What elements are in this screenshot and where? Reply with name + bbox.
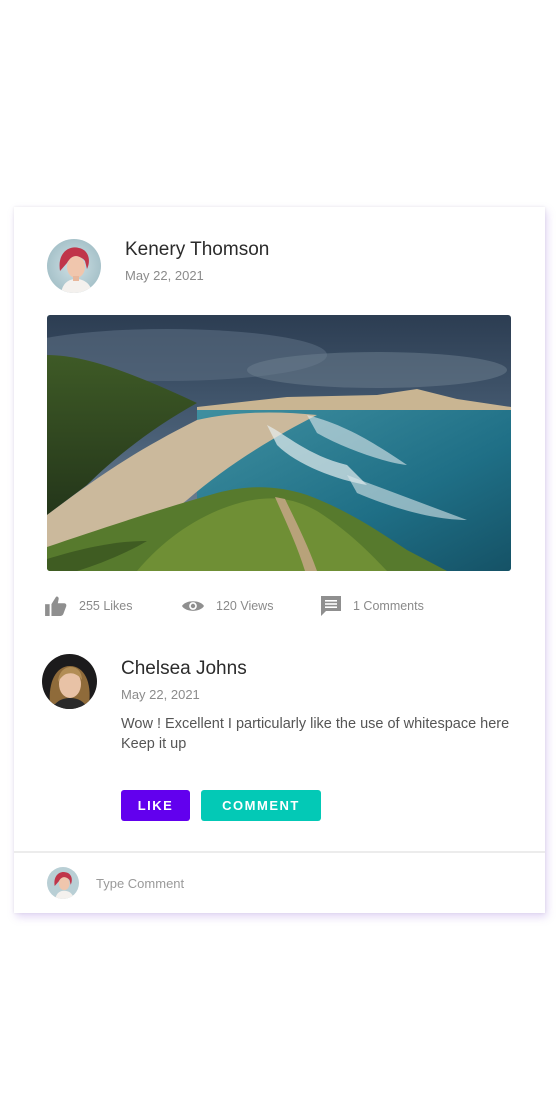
like-button[interactable]: LIKE (121, 790, 190, 821)
author-avatar[interactable] (47, 239, 101, 293)
thumbs-up-icon (45, 596, 67, 616)
commenter-avatar[interactable] (42, 654, 97, 709)
comment-icon (321, 596, 341, 616)
comments-count: 1 Comments (353, 599, 424, 613)
views-count: 120 Views (216, 599, 274, 613)
author-name[interactable]: Kenery Thomson (125, 239, 269, 261)
comment-text: Wow ! Excellent I particularly like the … (121, 716, 510, 752)
eye-icon (182, 601, 204, 611)
likes-stat[interactable]: 255 Likes (45, 595, 133, 617)
divider (14, 851, 545, 853)
comments-stat[interactable]: 1 Comments (321, 595, 424, 617)
post-date: May 22, 2021 (125, 268, 204, 283)
comment-date: May 22, 2021 (121, 687, 200, 702)
views-stat[interactable]: 120 Views (182, 595, 273, 617)
post-card: Kenery Thomson May 22, 2021 255 Likes 12… (14, 207, 545, 913)
commenter-name[interactable]: Chelsea Johns (121, 658, 247, 680)
comment-button[interactable]: COMMENT (201, 790, 321, 821)
likes-count: 255 Likes (79, 599, 133, 613)
comment-input[interactable] (96, 870, 516, 896)
current-user-avatar (47, 867, 79, 899)
post-image[interactable] (47, 315, 511, 571)
